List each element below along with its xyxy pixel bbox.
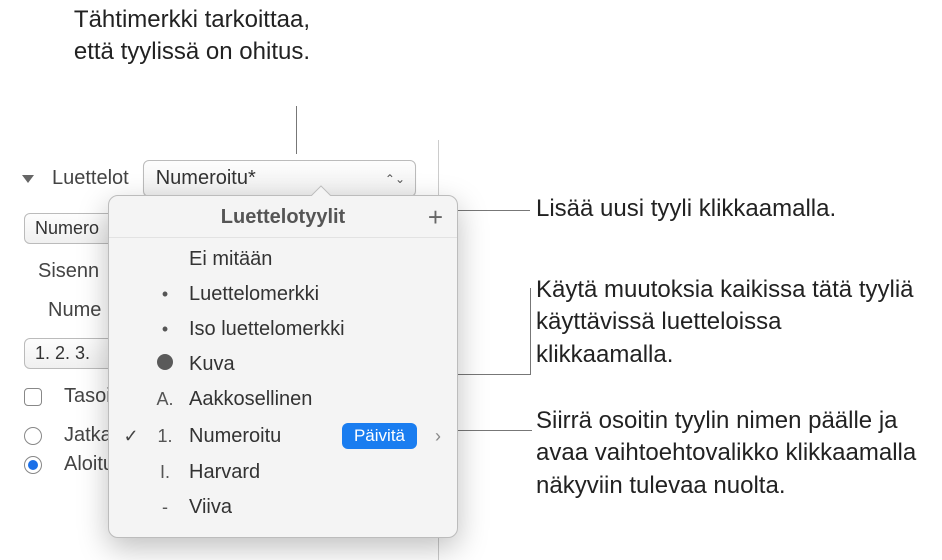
bullet-preview: I.: [151, 462, 179, 483]
style-name: Iso luettelomerkki: [189, 318, 441, 341]
bullet-preview: -: [151, 497, 179, 518]
style-list: Ei mitään • Luettelomerkki • Iso luettel…: [109, 238, 457, 529]
list-style-dropdown[interactable]: Numeroitu* ⌃⌄: [143, 160, 416, 197]
style-item-dash[interactable]: - Viiva: [109, 490, 457, 525]
callout-asterisk: Tähtimerkki tarkoittaa, että tyylissä on…: [50, 4, 310, 69]
image-bullet-icon: [151, 354, 179, 375]
continue-radio[interactable]: [24, 427, 42, 445]
popover-arrow: [309, 185, 331, 196]
update-style-button[interactable]: Päivitä: [342, 423, 417, 449]
bullet-preview: A.: [151, 389, 179, 410]
style-name: Harvard: [189, 461, 441, 484]
style-name: Luettelomerkki: [189, 283, 441, 306]
style-item-bullet[interactable]: • Luettelomerkki: [109, 277, 457, 312]
chevron-updown-icon: ⌃⌄: [385, 172, 405, 186]
style-item-none[interactable]: Ei mitään: [109, 242, 457, 277]
chevron-right-icon[interactable]: ›: [435, 426, 441, 447]
style-name: Aakkosellinen: [189, 388, 441, 411]
start-from-radio[interactable]: [24, 456, 42, 474]
bullet-preview: •: [151, 319, 179, 340]
indent-label: Sisenn: [38, 260, 99, 283]
style-item-alphabetic[interactable]: A. Aakkosellinen: [109, 382, 457, 417]
popover-title: Luettelotyylit: [221, 206, 345, 229]
lists-label: Luettelot: [52, 167, 129, 190]
bullet-preview: 1.: [151, 426, 179, 447]
dropdown-value: Numeroitu*: [156, 167, 256, 189]
callout-update: Käytä muutoksia kaikissa tätä tyyliä käy…: [536, 274, 916, 371]
list-styles-popover: Luettelotyylit + Ei mitään • Luettelomer…: [108, 195, 458, 538]
style-item-big-bullet[interactable]: • Iso luettelomerkki: [109, 312, 457, 347]
continue-label: Jatka: [64, 424, 112, 447]
style-name: Ei mitään: [189, 248, 441, 271]
bullet-preview: •: [151, 284, 179, 305]
style-item-image[interactable]: Kuva: [109, 347, 457, 382]
leader-line: [458, 430, 532, 431]
callout-arrow: Siirrä osoitin tyylin nimen päälle ja av…: [536, 405, 936, 502]
disclosure-triangle-icon[interactable]: [22, 175, 34, 183]
leader-line: [530, 288, 531, 375]
checkmark-icon: ✓: [121, 426, 141, 447]
add-style-button[interactable]: +: [428, 204, 443, 230]
nume-label: Nume: [48, 299, 101, 322]
leader-line: [456, 210, 530, 211]
style-item-harvard[interactable]: I. Harvard: [109, 455, 457, 490]
number-type-field[interactable]: Numero: [24, 213, 114, 244]
style-name: Numeroitu: [189, 425, 332, 448]
popover-header: Luettelotyylit +: [109, 196, 457, 238]
style-name: Viiva: [189, 496, 441, 519]
style-item-numbered[interactable]: ✓ 1. Numeroitu Päivitä ›: [109, 417, 457, 455]
tiered-checkbox[interactable]: [24, 388, 42, 406]
style-name: Kuva: [189, 353, 441, 376]
callout-add: Lisää uusi tyyli klikkaamalla.: [536, 193, 836, 225]
